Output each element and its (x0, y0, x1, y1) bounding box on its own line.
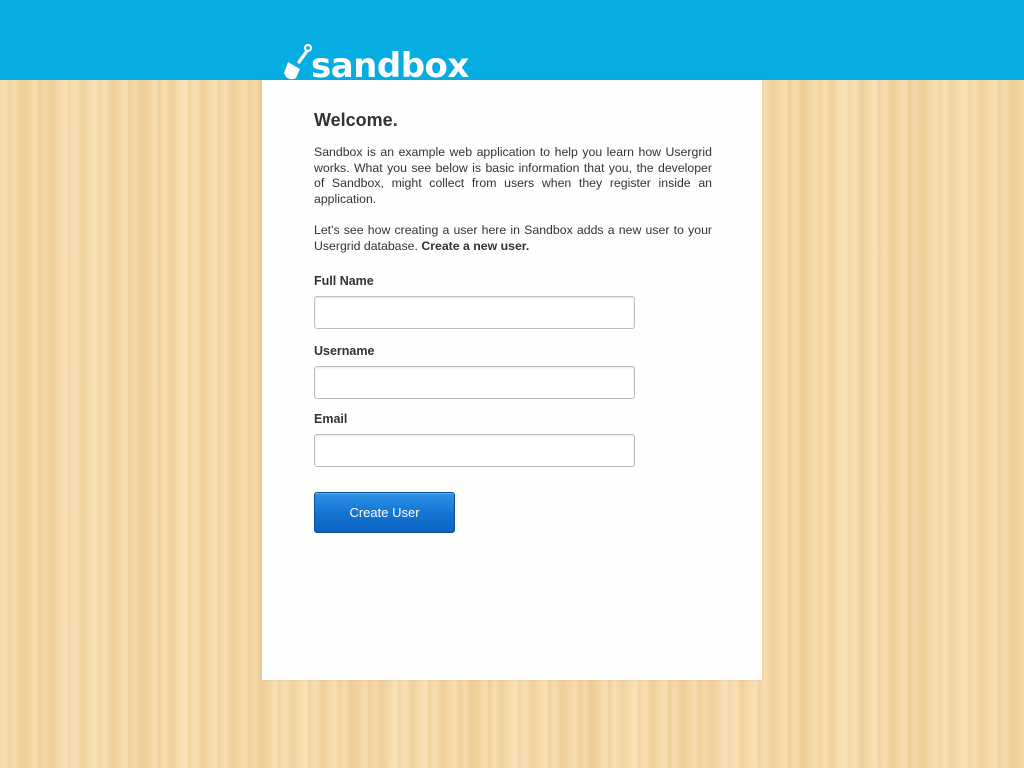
full-name-input[interactable] (314, 296, 635, 329)
username-label: Username (314, 344, 375, 358)
intro-call-to-action: Create a new user. (421, 238, 530, 253)
intro-paragraph: Sandbox is an example web application to… (314, 145, 712, 206)
shovel-icon (284, 43, 313, 80)
page-title: Welcome. (314, 110, 398, 130)
registration-panel: Welcome. Sandbox is an example web appli… (262, 80, 762, 680)
email-input[interactable] (314, 434, 635, 467)
intro-paragraph-2: Let's see how creating a user here in Sa… (314, 223, 712, 254)
full-name-label: Full Name (314, 274, 374, 288)
logo-text: sandbox (311, 46, 469, 80)
top-banner: sandbox (0, 0, 1024, 80)
email-label: Email (314, 412, 348, 426)
create-user-button[interactable]: Create User (314, 492, 455, 533)
username-input[interactable] (314, 366, 635, 399)
logo[interactable]: sandbox (283, 42, 469, 80)
